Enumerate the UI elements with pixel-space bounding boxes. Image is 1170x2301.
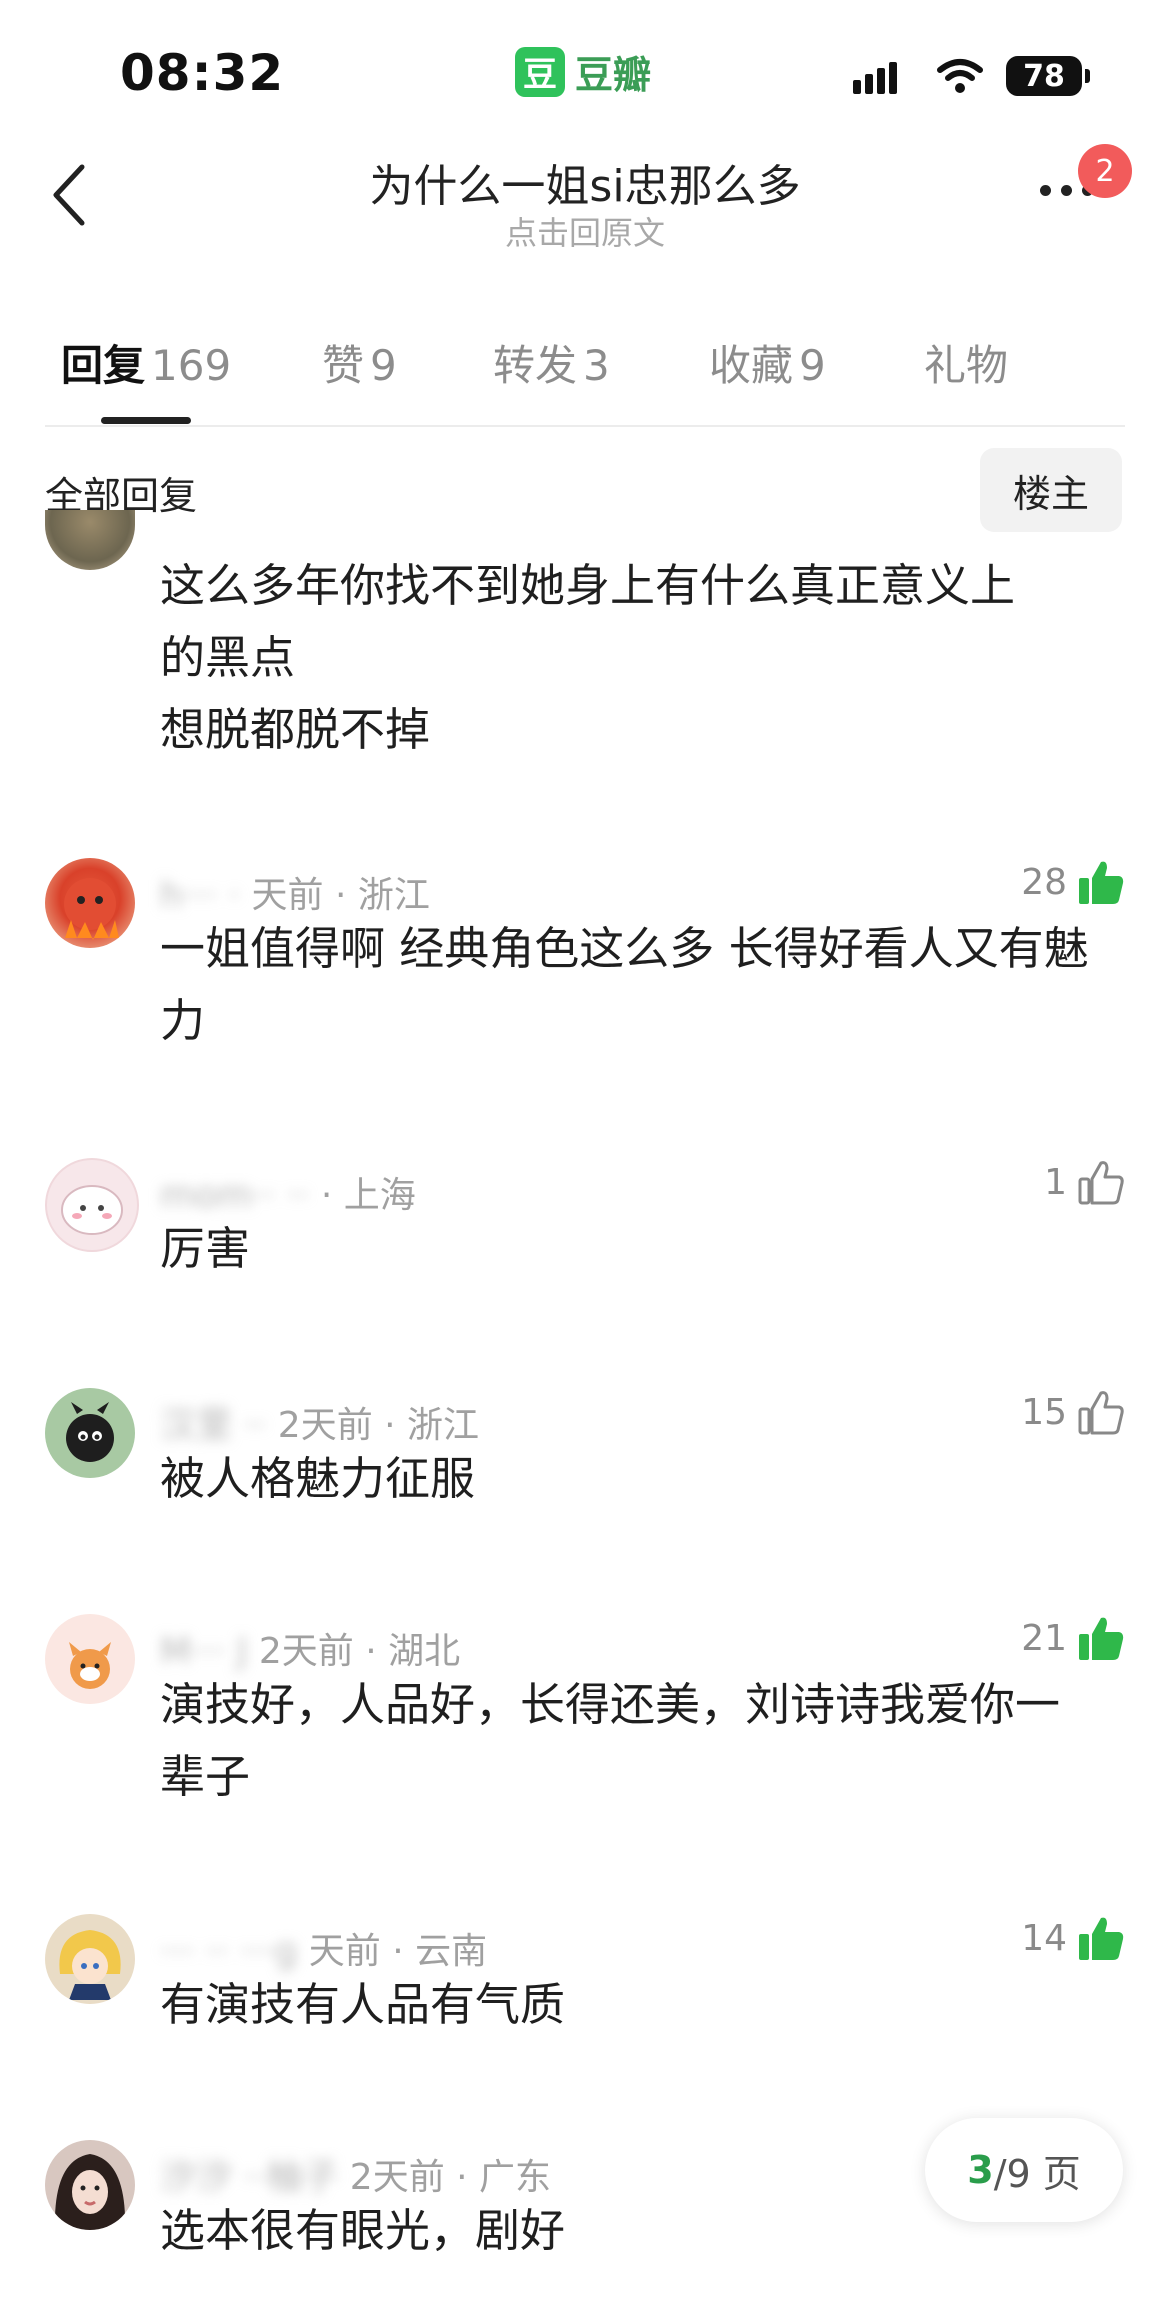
comment-time: 2天前 bbox=[258, 1631, 354, 1672]
tab-replies[interactable]: 回复 169 bbox=[61, 332, 231, 393]
page-title[interactable]: 为什么一姐si忠那么多 bbox=[250, 150, 920, 214]
tab-count: 9 bbox=[370, 341, 397, 390]
back-icon[interactable] bbox=[40, 160, 100, 230]
comment-meta: mom·· ·· · 上海 bbox=[160, 1175, 416, 1216]
comment-meta: h··· · 天前 · 浙江 bbox=[160, 875, 430, 916]
comment-text: 演技好，人品好，长得还美，刘诗诗我爱你一辈子 bbox=[160, 1678, 1061, 1803]
notification-badge: 2 bbox=[1078, 144, 1132, 198]
tab-count: 3 bbox=[583, 341, 610, 390]
back-to-original-link[interactable]: 点击回原文 bbox=[250, 208, 920, 254]
comment-text: 这么多年你找不到她身上有什么真正意义上 的黑点 想脱都脱不掉 bbox=[160, 559, 1016, 756]
battery-indicator: 78 bbox=[1006, 56, 1090, 96]
thumbs-up-filled-icon bbox=[1079, 861, 1124, 904]
comment-location: 上海 bbox=[343, 1175, 416, 1216]
comment-meta: M··· J 2天前 · 湖北 bbox=[160, 1631, 461, 1672]
tab-count: 169 bbox=[151, 341, 232, 390]
total-pages: /9 页 bbox=[993, 2151, 1081, 2196]
tab-likes[interactable]: 赞9 bbox=[322, 332, 397, 393]
app-name: 豆瓣 bbox=[575, 53, 652, 97]
tab-label: 收藏 bbox=[709, 341, 794, 390]
thumbs-up-filled-icon bbox=[1079, 1917, 1124, 1960]
owner-only-button[interactable]: 楼主 bbox=[980, 448, 1122, 532]
status-time: 08:32 bbox=[120, 44, 285, 102]
like-button[interactable]: 14 bbox=[1021, 1914, 1125, 1962]
nickname[interactable]: 汉里 ·· bbox=[160, 1405, 266, 1446]
avatar[interactable] bbox=[45, 858, 135, 948]
like-count: 14 bbox=[1021, 1917, 1067, 1959]
nickname[interactable]: h··· · bbox=[160, 875, 240, 916]
douban-logo-icon: 豆 bbox=[515, 46, 565, 97]
comment-location: 浙江 bbox=[407, 1405, 480, 1446]
thumbs-up-outline-icon bbox=[1078, 1161, 1124, 1205]
nickname[interactable]: ··· ·· ···g bbox=[160, 1931, 297, 1972]
like-count: 28 bbox=[1021, 861, 1067, 903]
thumbs-up-outline-icon bbox=[1078, 1391, 1124, 1435]
tab-bar: 回复 169 赞9 转发 3 收藏 9 礼物 bbox=[0, 322, 1170, 424]
tab-label: 回复 bbox=[61, 341, 146, 390]
like-button[interactable]: 1 bbox=[1044, 1158, 1125, 1206]
comment-text: 被人格魅力征服 bbox=[160, 1452, 476, 1505]
like-count: 21 bbox=[1021, 1617, 1067, 1659]
tab-label: 赞 bbox=[322, 341, 365, 390]
app-badge: 豆 豆瓣 bbox=[515, 44, 651, 99]
avatar[interactable] bbox=[45, 1388, 135, 1478]
tab-collections[interactable]: 收藏 9 bbox=[709, 332, 826, 393]
tab-reposts[interactable]: 转发 3 bbox=[493, 332, 610, 393]
avatar[interactable] bbox=[45, 1614, 135, 1704]
comment-text: 有演技有人品有气质 bbox=[160, 1978, 566, 2031]
tab-count: 9 bbox=[799, 341, 826, 390]
like-button[interactable]: 28 bbox=[1021, 858, 1125, 906]
comment-time: 2天前 bbox=[277, 1405, 373, 1446]
tab-label: 礼物 bbox=[924, 341, 1009, 390]
active-tab-indicator bbox=[101, 417, 191, 424]
status-bar: 08:32 豆 豆瓣 78 bbox=[0, 0, 1170, 150]
comment-location: 广东 bbox=[479, 2157, 552, 2198]
divider bbox=[45, 425, 1125, 427]
current-page: 3 bbox=[967, 2148, 994, 2192]
tab-label: 转发 bbox=[493, 341, 578, 390]
signal-icon bbox=[853, 62, 897, 94]
nickname[interactable]: mom·· ·· bbox=[160, 1175, 309, 1216]
like-button[interactable]: 21 bbox=[1021, 1614, 1125, 1662]
comment-text: 一姐值得啊 经典角色这么多 长得好看人又有魅力 bbox=[160, 922, 1089, 1047]
nickname[interactable]: M··· J bbox=[160, 1631, 247, 1672]
comment-location: 湖北 bbox=[388, 1631, 461, 1672]
avatar[interactable] bbox=[45, 1914, 135, 2004]
comment-text: 厉害 bbox=[160, 1222, 251, 1275]
comment-time: 2天前 bbox=[349, 2157, 445, 2198]
comment-meta: 汐汐 ··柚子 2天前 · 广东 bbox=[160, 2157, 552, 2198]
comment-time: 天前 bbox=[251, 875, 324, 916]
avatar[interactable] bbox=[45, 2140, 135, 2230]
thumbs-up-filled-icon bbox=[1079, 1617, 1124, 1660]
page-indicator[interactable]: 3/9 页 bbox=[925, 2118, 1123, 2222]
avatar[interactable] bbox=[45, 510, 135, 570]
comment-meta: 汉里 ·· 2天前 · 浙江 bbox=[160, 1405, 480, 1446]
comment-meta: ··· ·· ···g 天前 · 云南 bbox=[160, 1931, 488, 1972]
comment-location: 云南 bbox=[415, 1931, 488, 1972]
like-button[interactable]: 15 bbox=[1021, 1388, 1125, 1436]
nickname[interactable]: 汐汐 ··柚子 bbox=[160, 2157, 338, 2198]
avatar[interactable] bbox=[45, 1158, 139, 1252]
like-count: 15 bbox=[1021, 1391, 1067, 1433]
comment-time: 天前 bbox=[308, 1931, 381, 1972]
like-count: 1 bbox=[1044, 1161, 1067, 1203]
wifi-icon bbox=[937, 58, 983, 98]
comment-location: 浙江 bbox=[357, 875, 430, 916]
tab-gifts[interactable]: 礼物 bbox=[924, 332, 1008, 393]
